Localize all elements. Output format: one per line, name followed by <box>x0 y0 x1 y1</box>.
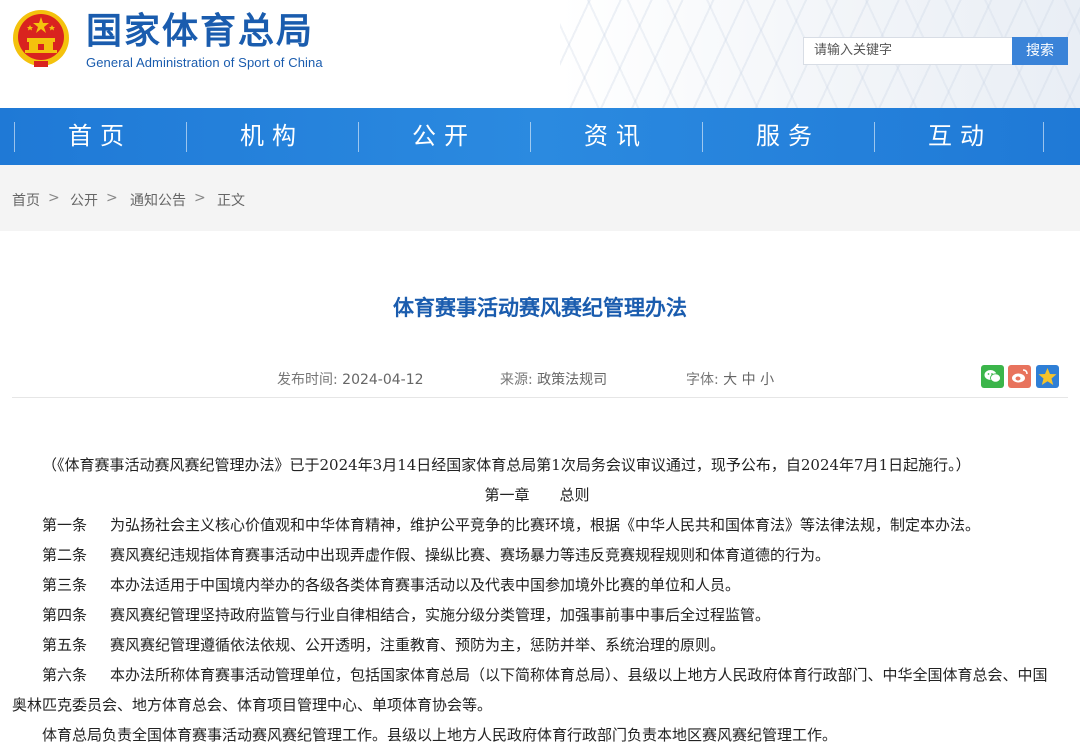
site-header: 国家体育总局 General Administration of Sport o… <box>0 0 1080 108</box>
source-value: 政策法规司 <box>537 372 608 388</box>
font-size-medium[interactable]: 中 <box>742 372 756 388</box>
date-label: 发布时间: <box>277 372 338 388</box>
article-paragraph: 体育总局负责全国体育赛事活动赛风赛纪管理工作。县级以上地方人民政府体育行政部门负… <box>42 726 838 744</box>
favorite-button[interactable] <box>1036 365 1059 388</box>
chapter-heading: 第一章 总则 <box>484 486 590 504</box>
nav-item-public[interactable]: 公开 <box>358 108 530 165</box>
clause-number: 第一条 <box>42 516 88 534</box>
national-emblem-icon[interactable] <box>12 8 70 70</box>
article-body: （《体育赛事活动赛风赛纪管理办法》已于2024年3月14日经国家体育总局第1次局… <box>12 450 1062 750</box>
source-label: 来源: <box>500 372 533 388</box>
wechat-share-button[interactable] <box>981 365 1004 388</box>
breadcrumb-notices[interactable]: 通知公告 <box>130 190 186 210</box>
weibo-share-button[interactable] <box>1008 365 1031 388</box>
article-clause: 第一条 为弘扬社会主义核心价值观和中华体育精神，维护公平竞争的比赛环境，根据《中华… <box>12 510 1062 540</box>
main-nav: 首页 机构 公开 资讯 服务 互动 <box>0 108 1080 165</box>
clause-text: 本办法适用于中国境内举办的各级各类体育赛事活动以及代表中国参加境外比赛的单位和人… <box>110 576 741 594</box>
clause-number: 第三条 <box>42 576 88 594</box>
article-clause: 第五条 赛风赛纪管理遵循依法依规、公开透明，注重教育、预防为主，惩防并举、系统治理… <box>12 630 1062 660</box>
clause-text: 为弘扬社会主义核心价值观和中华体育精神，维护公平竞争的比赛环境，根据《中华人民共… <box>110 516 981 534</box>
clause-text: 赛风赛纪违规指体育赛事活动中出现弄虚作假、操纵比赛、赛场暴力等违反竞赛规程规则和… <box>110 546 831 564</box>
breadcrumb: 首页 > 公开 > 通知公告 > 正文 <box>0 165 1080 231</box>
site-title[interactable]: 国家体育总局 <box>86 10 314 54</box>
breadcrumb-current: 正文 <box>217 193 245 209</box>
clause-number: 第六条 <box>42 666 88 684</box>
article-clause: 第四条 赛风赛纪管理坚持政府监管与行业自律相结合，实施分级分类管理，加强事前事中事… <box>12 600 1062 630</box>
breadcrumb-public[interactable]: 公开 <box>70 190 98 210</box>
nav-item-news[interactable]: 资讯 <box>530 108 702 165</box>
breadcrumb-home[interactable]: 首页 <box>12 190 40 210</box>
breadcrumb-separator: > <box>48 190 60 206</box>
article-clause: 第六条 本办法所称体育赛事活动管理单位，包括国家体育总局（以下简称体育总局）、县级… <box>12 660 1062 720</box>
article-intro: （《体育赛事活动赛风赛纪管理办法》已于2024年3月14日经国家体育总局第1次局… <box>42 456 971 474</box>
article-source: 来源: 政策法规司 <box>500 369 607 389</box>
favorite-icon <box>1038 368 1057 385</box>
article-clause: 第三条 本办法适用于中国境内举办的各级各类体育赛事活动以及代表中国参加境外比赛的单… <box>12 570 1062 600</box>
nav-item-service[interactable]: 服务 <box>702 108 874 165</box>
clause-text: 赛风赛纪管理坚持政府监管与行业自律相结合，实施分级分类管理，加强事前事中事后全过… <box>110 606 771 624</box>
nav-separator <box>1043 122 1044 152</box>
clause-text: 本办法所称体育赛事活动管理单位，包括国家体育总局（以下简称体育总局）、县级以上地… <box>12 666 1048 714</box>
nav-item-organization[interactable]: 机构 <box>186 108 358 165</box>
article-clause: 第二条 赛风赛纪违规指体育赛事活动中出现弄虚作假、操纵比赛、赛场暴力等违反竞赛规程… <box>12 540 1062 570</box>
breadcrumb-separator: > <box>106 190 118 206</box>
site-subtitle: General Administration of Sport of China <box>86 55 323 70</box>
search-button[interactable]: 搜索 <box>1012 37 1068 65</box>
article-title: 体育赛事活动赛风赛纪管理办法 <box>393 296 687 320</box>
clause-number: 第五条 <box>42 636 88 654</box>
clause-number: 第二条 <box>42 546 88 564</box>
wechat-icon <box>984 370 1001 383</box>
search-input[interactable]: 请输入关键字 <box>803 37 1012 65</box>
font-size-small[interactable]: 小 <box>760 372 774 388</box>
publish-date: 发布时间: 2024-04-12 <box>277 369 424 389</box>
nav-item-interaction[interactable]: 互动 <box>874 108 1046 165</box>
font-label: 字体: <box>686 372 719 388</box>
font-size-large[interactable]: 大 <box>723 372 737 388</box>
divider <box>12 397 1068 398</box>
clause-text: 赛风赛纪管理遵循依法依规、公开透明，注重教育、预防为主，惩防并举、系统治理的原则… <box>110 636 726 654</box>
nav-item-home[interactable]: 首页 <box>14 108 186 165</box>
font-size-control: 字体: 大 中 小 <box>686 369 774 389</box>
breadcrumb-separator: > <box>194 190 206 206</box>
date-value: 2024-04-12 <box>342 372 424 388</box>
clause-number: 第四条 <box>42 606 88 624</box>
weibo-icon <box>1012 369 1028 383</box>
